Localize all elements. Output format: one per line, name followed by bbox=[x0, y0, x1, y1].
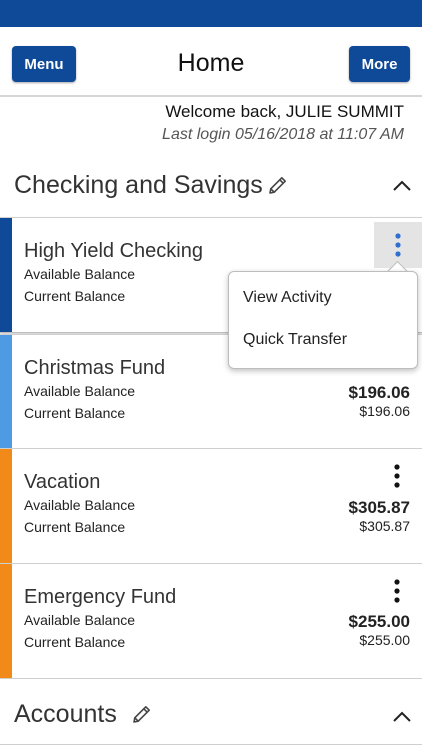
available-balance-value: $255.00 bbox=[348, 612, 410, 631]
chevron-up-icon[interactable] bbox=[392, 710, 412, 724]
current-balance-value: $196.06 bbox=[359, 403, 410, 419]
status-bar bbox=[0, 0, 422, 27]
account-actions-menu: View Activity Quick Transfer bbox=[228, 271, 418, 369]
kebab-icon[interactable] bbox=[384, 574, 410, 608]
current-balance-value: $255.00 bbox=[359, 632, 410, 648]
available-balance-label: Available Balance bbox=[24, 383, 136, 399]
pencil-icon[interactable] bbox=[130, 702, 154, 726]
section-title: Checking and Savings bbox=[14, 171, 263, 199]
current-balance-label: Current Balance bbox=[24, 519, 126, 535]
current-balance-label: Current Balance bbox=[24, 634, 126, 650]
account-color-bar bbox=[0, 218, 12, 332]
kebab-icon[interactable] bbox=[384, 459, 410, 493]
account-name: Emergency Fund bbox=[24, 586, 177, 608]
menu-item-view-activity[interactable]: View Activity bbox=[243, 289, 332, 307]
current-balance-label: Current Balance bbox=[24, 405, 126, 421]
pencil-icon[interactable] bbox=[266, 173, 290, 197]
section-header-accounts[interactable]: Accounts bbox=[0, 692, 422, 742]
section-header-checking-savings[interactable]: Checking and Savings bbox=[0, 163, 422, 213]
divider bbox=[0, 744, 422, 745]
account-name: High Yield Checking bbox=[24, 240, 203, 262]
chevron-up-icon[interactable] bbox=[392, 179, 412, 193]
account-card-vacation[interactable]: Vacation Available Balance Current Balan… bbox=[0, 448, 422, 563]
account-color-bar bbox=[0, 564, 12, 678]
available-balance-label: Available Balance bbox=[24, 266, 136, 282]
available-balance-label: Available Balance bbox=[24, 612, 136, 628]
current-balance-label: Current Balance bbox=[24, 288, 126, 304]
top-navigation: Menu Home More bbox=[0, 27, 422, 97]
last-login-text: Last login 05/16/2018 at 11:07 AM bbox=[162, 126, 404, 143]
account-color-bar bbox=[0, 449, 12, 563]
account-card-emergency-fund[interactable]: Emergency Fund Available Balance Current… bbox=[0, 563, 422, 678]
available-balance-label: Available Balance bbox=[24, 497, 136, 513]
welcome-message: Welcome back, JULIE SUMMIT bbox=[165, 102, 404, 121]
current-balance-value: $305.87 bbox=[359, 518, 410, 534]
divider bbox=[0, 678, 422, 679]
menu-item-quick-transfer[interactable]: Quick Transfer bbox=[243, 331, 347, 349]
welcome-block: Welcome back, JULIE SUMMIT Last login 05… bbox=[162, 102, 404, 144]
available-balance-value: $196.06 bbox=[348, 383, 410, 402]
account-name: Vacation bbox=[24, 471, 101, 493]
account-color-bar bbox=[0, 335, 12, 449]
account-name: Christmas Fund bbox=[24, 357, 166, 379]
section-title: Accounts bbox=[14, 700, 117, 728]
available-balance-value: $305.87 bbox=[348, 498, 410, 517]
more-button[interactable]: More bbox=[349, 46, 410, 82]
